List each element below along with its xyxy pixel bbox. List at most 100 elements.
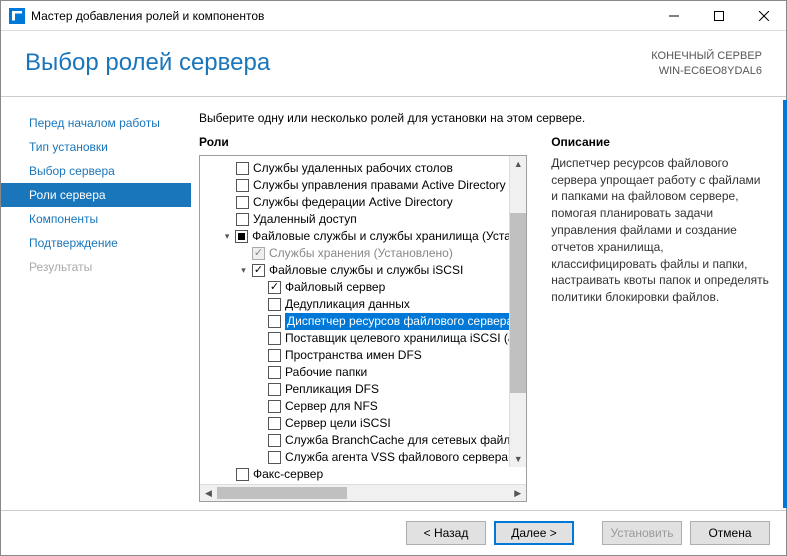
next-button[interactable]: Далее > xyxy=(494,521,574,545)
sidebar-item-3[interactable]: Роли сервера xyxy=(1,183,191,207)
instruction-text: Выберите одну или несколько ролей для ус… xyxy=(199,111,770,125)
roles-tree-scroll[interactable]: Службы удаленных рабочих столовСлужбы уп… xyxy=(200,156,526,484)
close-button[interactable] xyxy=(741,2,786,30)
tree-row[interactable]: Служба агента VSS файлового сервера xyxy=(202,449,524,466)
checkbox[interactable] xyxy=(236,213,249,226)
tree-item-label[interactable]: Файловые службы и службы хранилища (Уста… xyxy=(252,228,524,245)
titlebar: Мастер добавления ролей и компонентов xyxy=(1,1,786,31)
tree-item-label[interactable]: Служба BranchCache для сетевых файлов xyxy=(285,432,524,449)
scroll-down-icon[interactable]: ▼ xyxy=(510,450,526,467)
tree-row[interactable]: Службы хранения (Установлено) xyxy=(202,245,524,262)
tree-row[interactable]: Репликация DFS xyxy=(202,381,524,398)
checkbox[interactable] xyxy=(268,332,281,345)
checkbox[interactable] xyxy=(268,451,281,464)
checkbox[interactable] xyxy=(268,281,281,294)
tree-row[interactable]: Удаленный доступ xyxy=(202,211,524,228)
sidebar-item-2[interactable]: Выбор сервера xyxy=(1,159,191,183)
tree-item-label[interactable]: Сервер для NFS xyxy=(285,398,378,415)
tree-item-label[interactable]: Файловый сервер xyxy=(285,279,385,296)
tree-row[interactable]: Факс-сервер xyxy=(202,466,524,483)
checkbox[interactable] xyxy=(268,349,281,362)
tree-row[interactable]: Дедупликация данных xyxy=(202,296,524,313)
expand-spacer xyxy=(254,350,265,361)
scroll-thumb-v[interactable] xyxy=(510,213,526,393)
expand-spacer xyxy=(254,316,265,327)
horizontal-scrollbar[interactable]: ◀ ▶ xyxy=(200,484,526,501)
checkbox[interactable] xyxy=(236,162,249,175)
expand-icon[interactable]: ▾ xyxy=(222,231,232,242)
expand-icon[interactable]: ▾ xyxy=(238,265,249,276)
expand-spacer xyxy=(254,282,265,293)
scroll-right-icon[interactable]: ▶ xyxy=(509,485,526,501)
cancel-button[interactable]: Отмена xyxy=(690,521,770,545)
sidebar-item-5[interactable]: Подтверждение xyxy=(1,231,191,255)
tree-item-label[interactable]: Удаленный доступ xyxy=(253,211,357,228)
tree-row[interactable]: Службы федерации Active Directory xyxy=(202,194,524,211)
tree-item-label[interactable]: Поставщик целевого хранилища iSCSI (а xyxy=(285,330,515,347)
tree-row[interactable]: Сервер цели iSCSI xyxy=(202,415,524,432)
checkbox[interactable] xyxy=(235,230,248,243)
columns: Роли Службы удаленных рабочих столовСлуж… xyxy=(199,135,770,502)
expand-spacer xyxy=(222,469,233,480)
window-title: Мастер добавления ролей и компонентов xyxy=(31,9,264,23)
sidebar: Перед началом работыТип установкиВыбор с… xyxy=(1,97,191,510)
tree-row[interactable]: Служба BranchCache для сетевых файлов xyxy=(202,432,524,449)
scroll-up-icon[interactable]: ▲ xyxy=(510,156,526,173)
tree-row[interactable]: Диспетчер ресурсов файлового сервера xyxy=(202,313,524,330)
tree-item-label[interactable]: Службы управления правами Active Directo… xyxy=(253,177,506,194)
description-title: Описание xyxy=(551,135,770,149)
tree-row[interactable]: ▾ Файловые службы и службы хранилища (Уст… xyxy=(202,228,524,245)
scroll-thumb-h[interactable] xyxy=(217,487,347,499)
tree-item-label[interactable]: Файловые службы и службы iSCSI xyxy=(269,262,463,279)
tree-row[interactable]: ▾ Файловые службы и службы iSCSI xyxy=(202,262,524,279)
dest-label: КОНЕЧНЫЙ СЕРВЕР xyxy=(651,49,762,64)
checkbox[interactable] xyxy=(236,179,249,192)
checkbox[interactable] xyxy=(268,315,281,328)
app-icon xyxy=(9,8,25,24)
content: Выберите одну или несколько ролей для ус… xyxy=(191,97,786,510)
checkbox[interactable] xyxy=(268,400,281,413)
checkbox[interactable] xyxy=(268,383,281,396)
tree-item-label[interactable]: Пространства имен DFS xyxy=(285,347,422,364)
tree-row[interactable]: Файловый сервер xyxy=(202,279,524,296)
tree-row[interactable]: Пространства имен DFS xyxy=(202,347,524,364)
tree-item-label[interactable]: Служба агента VSS файлового сервера xyxy=(285,449,508,466)
expand-spacer xyxy=(254,435,265,446)
checkbox[interactable] xyxy=(252,264,265,277)
maximize-button[interactable] xyxy=(696,2,741,30)
checkbox[interactable] xyxy=(268,434,281,447)
tree-row[interactable]: Службы управления правами Active Directo… xyxy=(202,177,524,194)
tree-item-label[interactable]: Репликация DFS xyxy=(285,381,379,398)
vertical-scrollbar[interactable]: ▲ ▼ xyxy=(509,156,526,467)
tree-row[interactable]: Рабочие папки xyxy=(202,364,524,381)
install-button: Установить xyxy=(602,521,682,545)
tree-item-label[interactable]: Дедупликация данных xyxy=(285,296,410,313)
sidebar-item-1[interactable]: Тип установки xyxy=(1,135,191,159)
header: Выбор ролей сервера КОНЕЧНЫЙ СЕРВЕР WIN-… xyxy=(1,31,786,97)
tree-item-label[interactable]: Службы хранения (Установлено) xyxy=(269,245,453,262)
tree-item-label[interactable]: Службы удаленных рабочих столов xyxy=(253,160,453,177)
scroll-left-icon[interactable]: ◀ xyxy=(200,485,217,501)
wizard-window: Мастер добавления ролей и компонентов Вы… xyxy=(0,0,787,556)
checkbox[interactable] xyxy=(268,417,281,430)
tree-item-label[interactable]: Сервер цели iSCSI xyxy=(285,415,391,432)
tree-item-label[interactable]: Факс-сервер xyxy=(253,466,323,483)
tree-item-label[interactable]: Рабочие папки xyxy=(285,364,367,381)
tree-row[interactable]: Сервер для NFS xyxy=(202,398,524,415)
checkbox[interactable] xyxy=(268,366,281,379)
roles-tree-container: Службы удаленных рабочих столовСлужбы уп… xyxy=(199,155,527,502)
tree-item-label[interactable]: Диспетчер ресурсов файлового сервера xyxy=(285,313,515,330)
minimize-button[interactable] xyxy=(651,2,696,30)
checkbox xyxy=(252,247,265,260)
sidebar-item-6: Результаты xyxy=(1,255,191,279)
tree-row[interactable]: Поставщик целевого хранилища iSCSI (а xyxy=(202,330,524,347)
sidebar-item-4[interactable]: Компоненты xyxy=(1,207,191,231)
checkbox[interactable] xyxy=(236,196,249,209)
checkbox[interactable] xyxy=(268,298,281,311)
tree-item-label[interactable]: Службы федерации Active Directory xyxy=(253,194,453,211)
checkbox[interactable] xyxy=(236,468,249,481)
tree-row[interactable]: Службы удаленных рабочих столов xyxy=(202,160,524,177)
expand-spacer xyxy=(254,384,265,395)
back-button[interactable]: < Назад xyxy=(406,521,486,545)
sidebar-item-0[interactable]: Перед началом работы xyxy=(1,111,191,135)
